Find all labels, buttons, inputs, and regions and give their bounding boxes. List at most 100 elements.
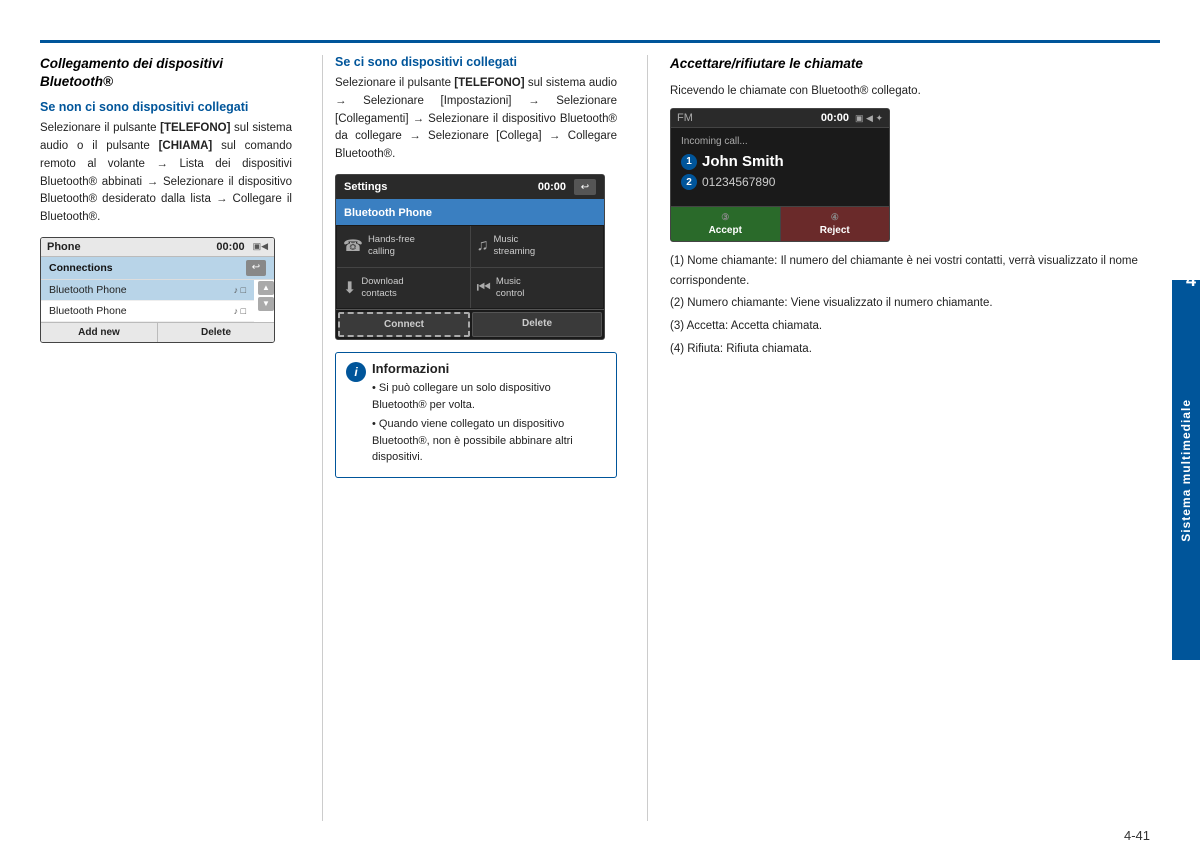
chapter-number: 4 <box>1186 270 1196 291</box>
caller-num-2: 2 <box>686 177 692 188</box>
bluetooth-screen-mockup: Settings 00:00 ↩ Bluetooth Phone ☎ Hands… <box>335 174 605 340</box>
col3-body-text: Ricevendo le chiamate con Bluetooth® col… <box>670 83 1160 101</box>
phone-number-row: 2 01234567890 <box>681 174 879 190</box>
col1-main-title: Collegamento dei dispositivi Bluetooth® <box>40 55 292 90</box>
add-new-button[interactable]: Add new <box>41 323 158 342</box>
info-bullet-2: Quando viene collegato un dispositivo Bl… <box>372 416 606 466</box>
column-3: Accettare/rifiutare le chiamate Ricevend… <box>660 55 1160 821</box>
caller-name: John Smith <box>702 153 784 170</box>
screen3-time: 00:00 <box>821 112 849 124</box>
scroll-up-button[interactable]: ▲ <box>258 281 274 295</box>
chapter-tab: Sistema multimediale <box>1172 280 1200 660</box>
col2-body-text: Selezionare il pulsante [TELEFONO] sul s… <box>335 75 617 164</box>
info-box: i Informazioni Si può collegare un solo … <box>335 352 617 478</box>
chapter-tab-text: Sistema multimediale <box>1179 399 1193 542</box>
info-title: Informazioni <box>372 361 606 376</box>
music-streaming-cell[interactable]: ♫ Musicstreaming <box>471 226 604 267</box>
reject-num: ④ <box>783 212 888 223</box>
accept-button[interactable]: ③ Accept <box>671 207 781 241</box>
info-bullet-1: Si può collegare un solo dispositivo Blu… <box>372 380 606 413</box>
music-streaming-label: Musicstreaming <box>494 234 536 259</box>
column-divider-2 <box>647 55 648 821</box>
caller-badge-2: 2 <box>681 174 697 190</box>
caller-num-1: 1 <box>686 156 692 167</box>
main-content: Collegamento dei dispositivi Bluetooth® … <box>40 55 1160 821</box>
phone-number-display: 01234567890 <box>702 175 775 189</box>
music-control-cell[interactable]: ⏮ Musiccontrol <box>471 268 604 309</box>
screen2-back-icon: ↩ <box>581 182 589 193</box>
col1-body-text: Selezionare il pulsante [TELEFONO] sul s… <box>40 120 292 227</box>
item-icons-1: ♪ □ <box>234 285 246 295</box>
screen2-footer: Connect Delete <box>336 309 604 339</box>
col2-subtitle: Se ci sono dispositivi collegati <box>335 55 617 69</box>
screen3-body: Incoming call... 1 John Smith 2 01234567… <box>671 128 889 206</box>
hands-free-label: Hands-freecalling <box>368 234 415 259</box>
screen2-title: Settings <box>344 181 530 193</box>
incoming-call-screen: FM 00:00 ▣ ◀ ✦ Incoming call... 1 John S… <box>670 108 890 242</box>
screen-header: Phone 00:00 ▣◀ <box>41 238 274 257</box>
accept-label: Accept <box>709 225 742 236</box>
music-control-label: Musiccontrol <box>496 276 525 301</box>
screen-title: Phone <box>47 241 208 253</box>
download-contacts-cell[interactable]: ⬇ Downloadcontacts <box>337 268 470 309</box>
screen2-subheader: Bluetooth Phone <box>336 199 604 225</box>
item-icons-2: ♪ □ <box>234 306 246 316</box>
back-icon: ↩ <box>252 262 260 273</box>
screen2-delete-button[interactable]: Delete <box>472 312 602 337</box>
note-4: (4) Rifiuta: Rifiuta chiamata. <box>670 340 1160 360</box>
screen2-connect-button[interactable]: Connect <box>338 312 470 337</box>
music-streaming-icon: ♫ <box>477 237 489 255</box>
list-item[interactable]: Bluetooth Phone ♪ □ <box>41 301 254 322</box>
delete-button[interactable]: Delete <box>158 323 274 342</box>
caller-row: 1 John Smith <box>681 153 879 170</box>
column-divider-1 <box>322 55 323 821</box>
caller-badge-1: 1 <box>681 154 697 170</box>
accept-num: ③ <box>673 212 778 223</box>
page-number: 4-41 <box>1124 828 1150 843</box>
list-wrapper: Bluetooth Phone ♪ □ Bluetooth Phone ♪ □ … <box>41 280 274 322</box>
phone-icon: ☎ <box>343 236 363 256</box>
scroll-down-button[interactable]: ▼ <box>258 297 274 311</box>
info-icon: i <box>346 362 366 382</box>
download-contacts-label: Downloadcontacts <box>361 276 403 301</box>
list-item[interactable]: Bluetooth Phone ♪ □ <box>41 280 254 301</box>
incoming-call-label: Incoming call... <box>681 136 879 147</box>
download-icon: ⬇ <box>343 278 356 298</box>
column-1: Collegamento dei dispositivi Bluetooth® … <box>40 55 310 821</box>
music-control-icon: ⏮ <box>477 279 491 297</box>
screen3-status-icons: ▣ ◀ ✦ <box>855 113 883 124</box>
screen-list: Bluetooth Phone ♪ □ Bluetooth Phone ♪ □ … <box>41 280 274 322</box>
top-decorative-line <box>40 40 1160 43</box>
reject-label: Reject <box>820 225 850 236</box>
scroll-arrows: ▲ ▼ <box>258 280 274 322</box>
screen2-grid: ☎ Hands-freecalling ♫ Musicstreaming ⬇ D… <box>337 226 603 308</box>
col3-main-title: Accettare/rifiutare le chiamate <box>670 55 1160 73</box>
hands-free-cell[interactable]: ☎ Hands-freecalling <box>337 226 470 267</box>
back-button[interactable]: ↩ <box>246 260 266 276</box>
screen3-header: FM 00:00 ▣ ◀ ✦ <box>671 109 889 128</box>
reject-button[interactable]: ④ Reject <box>781 207 890 241</box>
screen3-actions: ③ Accept ④ Reject <box>671 206 889 241</box>
screen-time: 00:00 <box>216 241 244 253</box>
screen2-back-button[interactable]: ↩ <box>574 179 596 195</box>
item-name-2: Bluetooth Phone <box>49 305 234 317</box>
note-3: (3) Accetta: Accetta chiamata. <box>670 317 1160 337</box>
notes-list: (1) Nome chiamante: Il numero del chiama… <box>670 252 1160 359</box>
col1-subtitle: Se non ci sono dispositivi collegati <box>40 100 292 114</box>
column-2: Se ci sono dispositivi collegati Selezio… <box>335 55 635 821</box>
info-content: Informazioni Si può collegare un solo di… <box>372 361 606 469</box>
fm-label: FM <box>677 112 821 124</box>
note-1: (1) Nome chiamante: Il numero del chiama… <box>670 252 1160 291</box>
item-name-1: Bluetooth Phone <box>49 284 234 296</box>
list-items: Bluetooth Phone ♪ □ Bluetooth Phone ♪ □ <box>41 280 254 322</box>
screen-connections-row: Connections ↩ <box>41 257 274 280</box>
connections-label: Connections <box>49 262 246 274</box>
info-icon-container: i <box>346 361 366 382</box>
note-2: (2) Numero chiamante: Viene visualizzato… <box>670 294 1160 314</box>
phone-screen-mockup: Phone 00:00 ▣◀ Connections ↩ Bluetooth P… <box>40 237 275 343</box>
screen2-subheader-text: Bluetooth Phone <box>344 207 432 219</box>
screen2-time: 00:00 <box>538 181 566 193</box>
screen2-header: Settings 00:00 ↩ <box>336 175 604 199</box>
screen-status-icons: ▣◀ <box>253 241 268 252</box>
screen-footer: Add new Delete <box>41 322 274 342</box>
